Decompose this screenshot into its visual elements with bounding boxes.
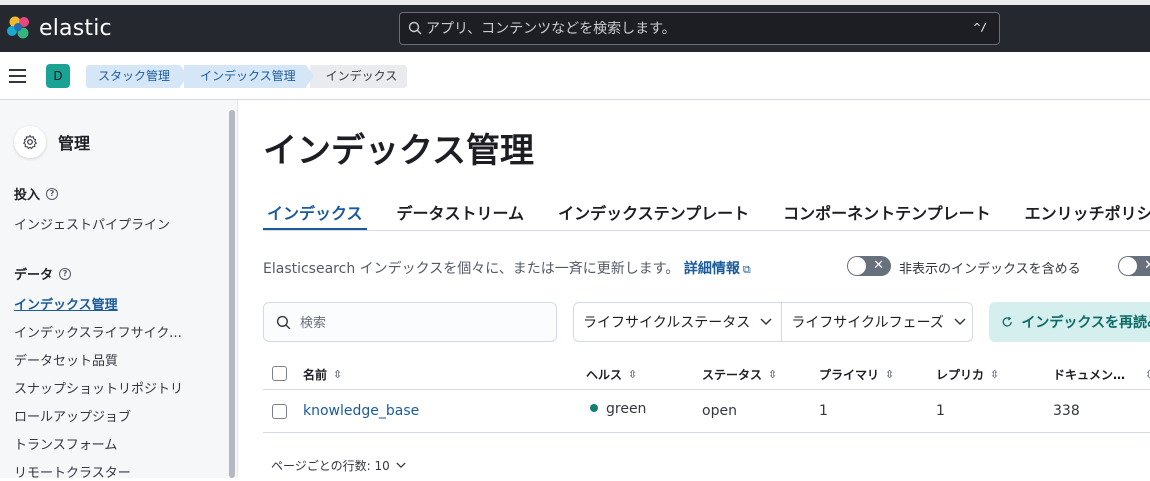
space-avatar[interactable]: D [46,64,70,88]
index-search[interactable] [263,302,557,342]
chevron-down-icon [396,462,406,469]
sort-icon: ⇳ [333,368,343,381]
sort-icon: ⇳ [628,368,638,381]
learn-more-link[interactable]: 詳細情報 [684,261,740,277]
chevron-down-icon [760,318,772,326]
sort-icon: ⇳ [768,368,778,381]
filter-lifecycle-status[interactable]: ライフサイクルステータス [574,303,781,341]
status-value: open [702,403,737,419]
column-status[interactable]: ステータス ⇳ [702,366,777,383]
external-link-icon: ⧉ [742,263,751,276]
sidebar-item-transforms[interactable]: トランスフォーム [14,434,204,453]
index-name-link[interactable]: knowledge_base [303,403,419,419]
sort-icon: ⇳ [990,368,1000,381]
sidebar-scrollbar[interactable] [229,110,235,478]
index-search-input[interactable] [300,312,540,334]
sidebar-item-ingest-pipelines[interactable]: インジェストパイプライン [14,214,204,233]
gear-icon [14,126,46,158]
column-docs[interactable]: ドキュメン… ⇳ [1053,366,1150,383]
include-hidden-indices-label: 非表示のインデックスを含める [899,262,1081,277]
refresh-icon [1002,316,1012,327]
column-health[interactable]: ヘルス ⇳ [586,366,637,383]
column-name[interactable]: 名前 ⇳ [303,366,342,383]
global-search-input[interactable] [426,17,946,41]
tab-enrich-policies[interactable]: エンリッチポリシー [1021,196,1150,230]
sidebar-item-data-set-quality[interactable]: データセット品質 [14,350,204,369]
page-title: インデックス管理 [263,131,534,171]
help-icon[interactable]: ? [59,267,72,280]
cross-icon: ✕ [873,258,884,273]
breadcrumb-indices: インデックス [309,65,408,88]
sidebar-item-index-management[interactable]: インデックス管理 [14,294,204,313]
global-search[interactable]: ^/ [399,12,1000,45]
select-all-checkbox[interactable] [272,366,287,381]
tab-indices[interactable]: インデックス [263,196,367,230]
sidebar-item-ilm[interactable]: インデックスライフサイクルポリシー [14,322,194,341]
hamburger-menu-icon[interactable] [9,69,26,83]
help-icon[interactable]: ? [46,187,59,200]
search-icon [276,315,291,330]
elastic-logo-icon [7,16,29,39]
replica-value: 1 [936,403,945,419]
tab-bar: インデックス データストリーム インデックステンプレート コンポーネントテンプレ… [263,196,1150,230]
top-header: elastic ^/ [0,0,1150,52]
filter-lifecycle-phase[interactable]: ライフサイクルフェーズ [781,303,975,341]
docs-count-value: 338 [1053,403,1080,419]
chevron-down-icon [954,318,966,326]
sidebar-section-ingest: 投入 ? [14,184,59,203]
search-icon [408,21,422,35]
table-row: knowledge_base green open 1 1 338 [263,391,1150,433]
health-status-dot [590,404,598,412]
sidebar-section-data: データ ? [14,264,72,283]
sidebar: 管理 投入 ? インジェストパイプライン データ ? インデックス管理 インデッ… [0,100,238,481]
cross-icon: ✕ [1144,258,1150,273]
brand-name: elastic [39,15,112,41]
breadcrumb-stack-management[interactable]: スタック管理 [86,65,189,88]
breadcrumb-index-management[interactable]: インデックス管理 [184,65,314,88]
page-description: Elasticsearch インデックスを個々に、または一斉に更新します。 詳細… [263,261,751,277]
include-hidden-indices-toggle[interactable]: ✕ [847,256,891,276]
main-content: インデックス管理 インデックス データストリーム インデックステンプレート コン… [238,100,1150,478]
tab-data-streams[interactable]: データストリーム [393,196,529,230]
tabs-divider [263,230,1150,231]
breadcrumb: スタック管理 インデックス管理 インデックス [86,65,411,88]
sort-icon: ⇳ [885,368,895,381]
tab-index-templates[interactable]: インデックステンプレート [554,196,753,230]
column-replica[interactable]: レプリカ ⇳ [936,366,999,383]
reload-indices-button[interactable]: インデックスを再読み込み [989,302,1150,342]
breadcrumb-bar: D スタック管理 インデックス管理 インデックス [0,52,1150,100]
tab-component-templates[interactable]: コンポーネントテンプレート [779,196,995,230]
search-shortcut: ^/ [973,21,987,34]
sort-icon: ⇳ [1145,368,1150,381]
sidebar-item-snapshot-repositories[interactable]: スナップショットリポジトリ [14,378,204,397]
second-toggle[interactable]: ✕ [1118,256,1150,276]
filter-group: ライフサイクルステータス ライフサイクルフェーズ [573,302,973,342]
table-header: 名前 ⇳ ヘルス ⇳ ステータス ⇳ プライマリ ⇳ レプリカ ⇳ ドキュメン… ⇳ [263,358,1150,390]
column-primary[interactable]: プライマリ ⇳ [819,366,894,383]
primary-value: 1 [819,403,828,419]
health-value: green [590,401,646,417]
row-checkbox[interactable] [272,404,287,419]
sidebar-item-rollup-jobs[interactable]: ロールアップジョブ [14,406,204,425]
sidebar-title: 管理 [58,134,91,153]
rows-per-page-selector[interactable]: ページごとの行数: 10 [271,457,406,474]
elastic-logo[interactable]: elastic [6,15,112,41]
sidebar-item-remote-clusters[interactable]: リモートクラスター [14,462,204,481]
